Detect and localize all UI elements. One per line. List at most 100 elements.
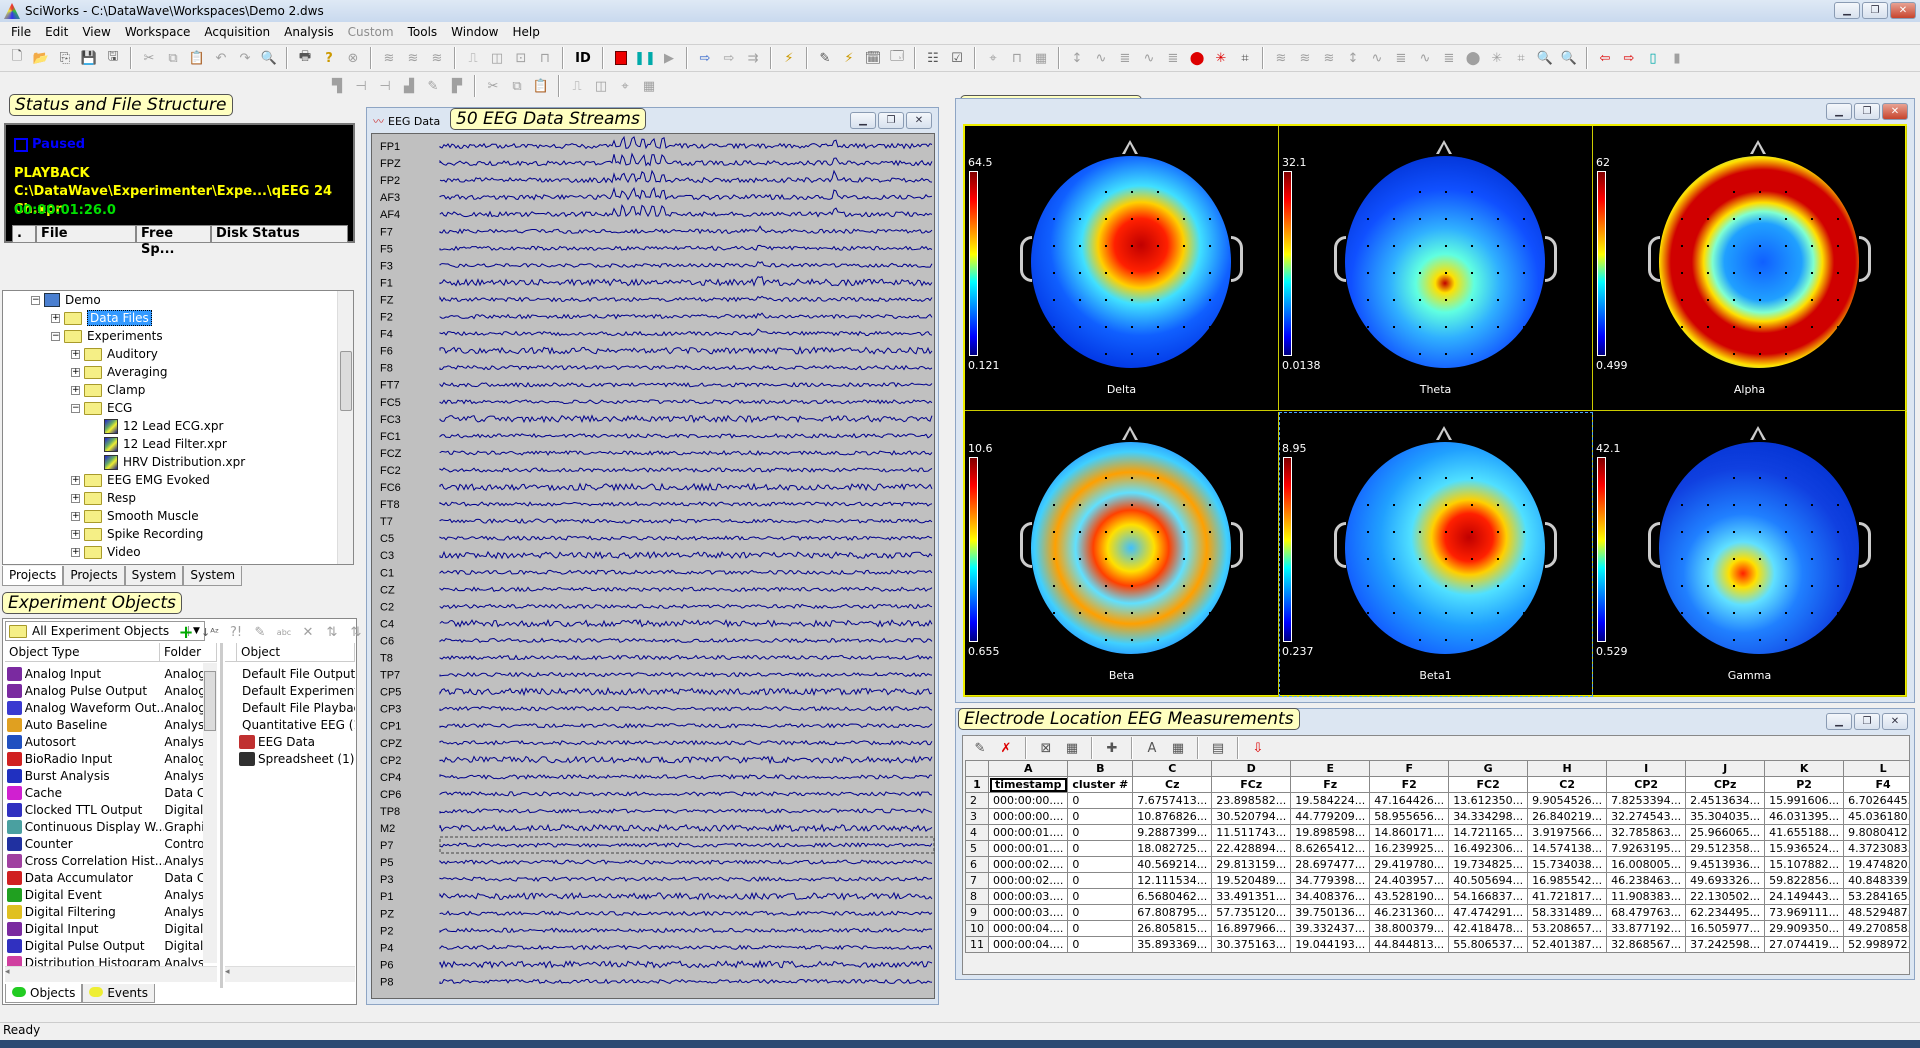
insert-icon[interactable]: ✚ — [1101, 737, 1123, 759]
door-exit-icon[interactable]: ⇦ — [1594, 47, 1616, 69]
help-icon[interactable]: ? — [318, 47, 340, 69]
object-row[interactable]: Default File Playback — [239, 699, 355, 716]
save-all-icon[interactable]: 🖫 — [102, 47, 124, 69]
corner-cell[interactable] — [965, 760, 989, 777]
data-cell[interactable]: 16.897966... — [1211, 920, 1292, 937]
data-cell[interactable]: 55.806537... — [1448, 936, 1529, 953]
expand-icon[interactable]: + — [51, 313, 60, 323]
field-name-cell[interactable]: FC2 — [1448, 776, 1529, 793]
scale-icon[interactable]: ≋ — [1318, 47, 1340, 69]
power-close-button[interactable]: ✕ — [1882, 103, 1908, 120]
ramp-icon[interactable]: ◫ — [486, 47, 508, 69]
data-cell[interactable]: 53.284165... — [1843, 888, 1909, 905]
data-cell[interactable]: 9.2887399... — [1132, 824, 1213, 841]
data-cell[interactable]: 32.785863... — [1606, 824, 1687, 841]
data-cell[interactable]: 52.998972... — [1843, 936, 1909, 953]
data-cell[interactable]: 33.877192... — [1606, 920, 1687, 937]
row-header[interactable]: 9 — [965, 904, 989, 921]
field-name-cell[interactable]: P2 — [1764, 776, 1845, 793]
data-cell[interactable]: 4.3723083... — [1843, 840, 1909, 857]
tree-item[interactable]: HRV Distribution.xpr — [91, 453, 245, 471]
data-cell[interactable]: 42.418478... — [1448, 920, 1529, 937]
tree-item[interactable]: 12 Lead Filter.xpr — [91, 435, 227, 453]
data-cell[interactable]: 11.511743... — [1211, 824, 1292, 841]
data-cell[interactable]: 57.735120... — [1211, 904, 1292, 921]
scale-icon[interactable]: ↕ — [1342, 47, 1364, 69]
menu-analysis[interactable]: Analysis — [277, 25, 340, 39]
data-cell[interactable]: 15.734038... — [1527, 856, 1608, 873]
threshold-icon[interactable]: ⊓ — [1006, 47, 1028, 69]
data-cell[interactable]: 9.4513936... — [1685, 856, 1766, 873]
col-object-type[interactable]: Object Type — [5, 643, 160, 661]
field-name-cell[interactable]: cluster # — [1067, 776, 1134, 793]
marker-icon[interactable]: ⌖ — [982, 47, 1004, 69]
door-enter-icon[interactable]: ⇨ — [1618, 47, 1640, 69]
object-row[interactable]: Spreadsheet (1) — [239, 750, 355, 767]
data-cell[interactable]: 14.860171... — [1369, 824, 1450, 841]
tab-objects[interactable]: Objects — [5, 984, 83, 1003]
step-icon[interactable]: ⇉ — [742, 47, 764, 69]
checklist-icon[interactable]: ☑ — [946, 47, 968, 69]
object-row[interactable]: Quantitative EEG (1) — [239, 716, 355, 733]
data-cell[interactable]: 58.955656... — [1369, 808, 1450, 825]
tree-item[interactable]: − Experiments — [51, 327, 163, 345]
copy-icon[interactable]: ⧉ — [506, 75, 528, 97]
data-cell[interactable]: 49.270858... — [1843, 920, 1909, 937]
spike-icon[interactable]: ✳ — [1486, 47, 1508, 69]
edit-object-icon[interactable]: ✎ — [249, 621, 271, 643]
data-cell[interactable]: 43.528190... — [1369, 888, 1450, 905]
data-cell[interactable]: 35.893369... — [1132, 936, 1213, 953]
object-row[interactable]: Default Experiment — [239, 682, 355, 699]
data-cell[interactable]: 54.166837... — [1448, 888, 1529, 905]
expand-icon[interactable]: + — [71, 367, 80, 377]
data-cell[interactable]: 49.693326... — [1685, 872, 1766, 889]
eeg-close-button[interactable]: ✕ — [906, 112, 932, 129]
power-minimize-button[interactable]: ▁ — [1826, 103, 1852, 120]
data-cell[interactable]: 68.479763... — [1606, 904, 1687, 921]
column-header[interactable]: F — [1369, 760, 1450, 777]
minimize-button[interactable]: ▁ — [1834, 2, 1860, 19]
data-cell[interactable]: 19.898598... — [1290, 824, 1371, 841]
pulse-icon[interactable]: ⎍ — [566, 75, 588, 97]
scale-icon[interactable]: ≣ — [1114, 47, 1136, 69]
object-row[interactable]: EEG Data — [239, 733, 355, 750]
data-cell[interactable]: 58.331489... — [1527, 904, 1608, 921]
object-type-row[interactable]: Autosort Analysi — [7, 733, 203, 750]
data-cell[interactable]: 48.529487... — [1843, 904, 1909, 921]
data-cell[interactable]: 45.036180... — [1843, 808, 1909, 825]
ramp-icon[interactable]: ◫ — [590, 75, 612, 97]
record-stop-button[interactable] — [610, 47, 632, 69]
expand-icon[interactable]: + — [71, 385, 80, 395]
data-cell[interactable]: 16.008005... — [1606, 856, 1687, 873]
data-cell[interactable]: 37.242598... — [1685, 936, 1766, 953]
splitter[interactable] — [220, 643, 223, 988]
eeg-minimize-button[interactable]: ▁ — [850, 112, 876, 129]
experiment-icon[interactable]: ⚡ — [778, 47, 800, 69]
data-cell[interactable]: 000:00:01.... — [987, 824, 1069, 841]
rename-icon[interactable]: abc — [273, 621, 295, 643]
data-cell[interactable]: 34.408376... — [1290, 888, 1371, 905]
data-cell[interactable]: 27.074419... — [1764, 936, 1845, 953]
edit-cell-icon[interactable]: ✎ — [969, 737, 991, 759]
data-cell[interactable]: 000:00:03.... — [987, 904, 1069, 921]
row-header[interactable]: 4 — [965, 824, 989, 841]
data-cell[interactable]: 34.334298... — [1448, 808, 1529, 825]
scale-icon[interactable]: ∿ — [1366, 47, 1388, 69]
field-name-cell[interactable]: Fz — [1290, 776, 1371, 793]
data-cell[interactable]: 28.697477... — [1290, 856, 1371, 873]
column-width-icon[interactable]: ▤ — [1207, 737, 1229, 759]
tree-item[interactable]: + Averaging — [71, 363, 167, 381]
data-cell[interactable]: 29.909350... — [1764, 920, 1845, 937]
object-type-row[interactable]: Auto Baseline Analysi — [7, 716, 203, 733]
topo-map-delta[interactable]: 64.5 0.121 Delta — [965, 126, 1279, 411]
menu-workspace[interactable]: Workspace — [118, 25, 198, 39]
delete-cells-icon[interactable]: ⊠ — [1035, 737, 1057, 759]
scale-icon[interactable]: ≣ — [1390, 47, 1412, 69]
waveform-icon[interactable]: ≋ — [426, 47, 448, 69]
data-cell[interactable]: 0 — [1067, 856, 1134, 873]
tree-item[interactable]: + Data Files — [51, 309, 152, 327]
data-cell[interactable]: 000:00:01.... — [987, 840, 1069, 857]
column-header[interactable]: G — [1448, 760, 1529, 777]
col-object[interactable]: Object — [237, 643, 355, 661]
data-cell[interactable]: 0 — [1067, 808, 1134, 825]
